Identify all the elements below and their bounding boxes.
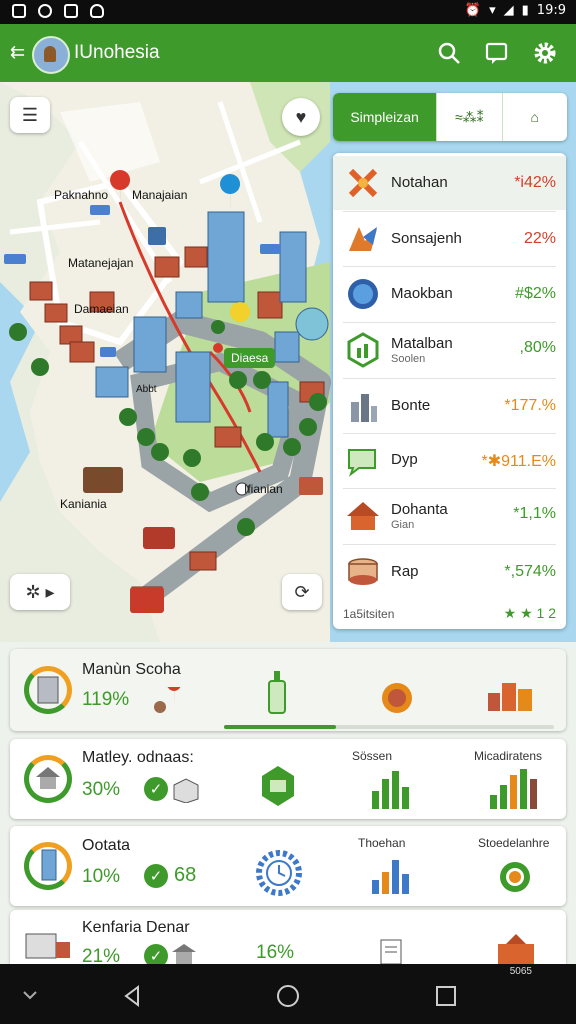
stats-panel: Notahan *i42% Sonsajenh 22% Maokban #$2%… xyxy=(333,153,566,629)
town-icon xyxy=(488,683,532,711)
menu-toggle-button[interactable]: ☰ xyxy=(10,97,50,133)
clock: 19:9 xyxy=(536,3,566,18)
document-icon xyxy=(380,939,402,965)
app-logo xyxy=(32,36,70,74)
alert-icon xyxy=(90,4,104,18)
tab-simple[interactable]: Simpleizan xyxy=(333,93,437,141)
target-icon xyxy=(500,862,530,892)
map-label: Paknahno xyxy=(54,188,109,202)
office-building-icon xyxy=(37,676,59,704)
selected-place-label[interactable]: Diaesa xyxy=(224,348,276,368)
house-icon xyxy=(36,767,60,789)
rating: ★ ★ 1 2 xyxy=(503,605,556,621)
settings-icon[interactable] xyxy=(532,40,558,66)
wifi-icon: ▾ xyxy=(489,3,496,18)
tab-traffic[interactable]: ≈⁂⁑ xyxy=(436,93,501,141)
bottle-icon xyxy=(268,671,286,714)
scroll-indicator xyxy=(224,725,554,729)
truck-icon xyxy=(25,933,70,959)
stat-row[interactable]: Bonte *177.% xyxy=(333,379,566,433)
map-label: Damaeian xyxy=(74,302,129,316)
check-icon: ✓ xyxy=(144,777,168,801)
map-label: Ifianian xyxy=(244,482,283,496)
stat-row[interactable]: Rap *,574% xyxy=(333,545,566,599)
buildings-icon xyxy=(351,394,377,422)
mini-label: 5065 xyxy=(509,966,532,977)
home-nav-icon[interactable] xyxy=(276,984,300,1008)
stat-row[interactable]: Maokban #$2% xyxy=(333,267,566,321)
search-icon[interactable] xyxy=(436,40,462,66)
status-bar: ⏰ ▾ ◢ ▮ 19:9 xyxy=(0,0,576,24)
city-hall-icon xyxy=(498,934,534,966)
signal-icon: ◢ xyxy=(503,3,514,18)
stat-row[interactable]: Matalban Soolen ,80% xyxy=(333,323,566,377)
app-bar: ⇇ IUnohesia xyxy=(0,24,576,82)
bar-chart-icon xyxy=(372,767,409,809)
bar-chart-icon xyxy=(490,767,537,809)
panel-footer-label: 1a5itsiten xyxy=(343,607,395,621)
stat-row[interactable]: Dyp *✱911.E% xyxy=(333,433,566,487)
map-label: Manajaian xyxy=(132,188,188,202)
recents-nav-icon[interactable] xyxy=(434,984,458,1008)
sync-icon xyxy=(38,4,52,18)
system-nav-bar: 5065 xyxy=(0,964,576,1024)
summary-card[interactable]: Kenfaria Denar 21% ✓ 16% xyxy=(10,910,566,970)
map-label: Kaniania xyxy=(60,497,107,511)
gallery-icon xyxy=(12,4,26,18)
house-icon xyxy=(172,944,196,964)
summary-card[interactable]: Manùn Scoha 119% xyxy=(10,649,566,731)
locate-button[interactable]: ⟳ xyxy=(282,574,322,610)
gear-clock-icon xyxy=(256,850,302,896)
bar-chart-icon xyxy=(372,858,409,894)
chevron-down-icon[interactable] xyxy=(22,990,38,1000)
coins-icon xyxy=(348,558,378,585)
back-nav-icon[interactable] xyxy=(120,984,144,1008)
share-icon[interactable] xyxy=(484,40,510,66)
box-icon xyxy=(173,778,199,803)
stat-row[interactable]: Sonsajenh 22% xyxy=(333,212,566,266)
globe-icon xyxy=(348,279,378,309)
map-label: Matanejajan xyxy=(68,256,134,270)
layers-button[interactable]: ✲ ▸ xyxy=(10,574,70,610)
summary-card[interactable]: Matley. odnaas: 30% ✓ Sössen Micadiraten… xyxy=(10,739,566,819)
summary-card[interactable]: Ootata 10% ✓ 68 Thoehan Stoedelanhre xyxy=(10,826,566,906)
stat-row[interactable]: Dohanta Gian *1,1% xyxy=(333,489,566,543)
map-label: Abbt xyxy=(136,384,157,395)
badge-icon xyxy=(262,766,294,806)
tower-icon xyxy=(41,849,57,881)
battery-icon: ▮ xyxy=(521,3,529,18)
compass-icon[interactable]: ♥ xyxy=(282,98,320,136)
back-icon[interactable]: ⇇ xyxy=(10,42,25,63)
count-value: 68 xyxy=(174,864,197,886)
check-icon: ✓ xyxy=(144,864,168,888)
alarm-icon: ⏰ xyxy=(464,3,482,18)
crossed-tools-icon xyxy=(348,168,378,198)
house-icon xyxy=(347,502,379,530)
chat-leaf-icon xyxy=(348,449,376,477)
stat-row[interactable]: Notahan *i42% xyxy=(333,156,566,210)
view-mode-selector: Simpleizan ≈⁂⁑ ⌂ xyxy=(333,93,567,141)
app-title: IUnohesia xyxy=(74,42,160,63)
medal-icon xyxy=(382,683,412,713)
percent-value: 16% xyxy=(256,942,295,963)
location-pin-icon xyxy=(154,687,181,713)
shield-chart-icon xyxy=(347,332,379,368)
notification-icon xyxy=(64,4,78,18)
tab-buildings[interactable]: ⌂ xyxy=(501,93,567,141)
leaf-icon xyxy=(349,227,377,251)
